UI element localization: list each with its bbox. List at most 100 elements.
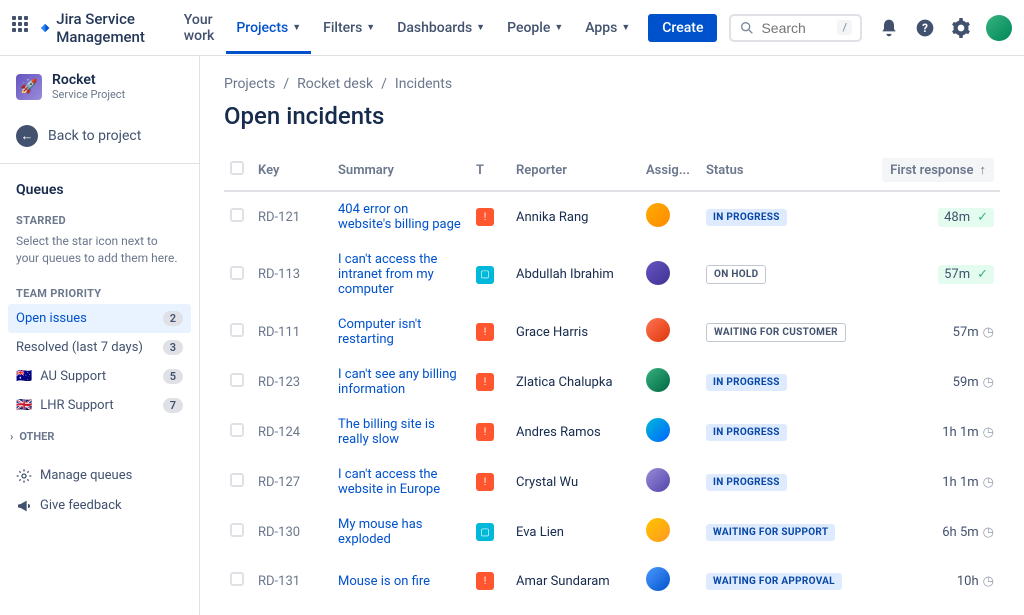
search-input[interactable] [761,20,831,36]
issue-type-icon: ! [476,208,494,226]
nav-dashboards[interactable]: Dashboards▼ [387,14,495,42]
col-first-response[interactable]: First response↑ [870,150,1000,191]
create-button[interactable]: Create [648,14,717,42]
check-icon: ✓ [977,267,988,282]
chevron-down-icon: ▼ [366,22,375,33]
project-name: Rocket [52,72,125,88]
give-feedback-link[interactable]: Give feedback [8,491,191,521]
breadcrumb-item[interactable]: Incidents [395,76,452,92]
issue-summary-link[interactable]: 404 error on website's billing page [338,202,461,232]
chevron-down-icon: ▼ [621,22,630,33]
chevron-down-icon: ▼ [476,22,485,33]
col-type[interactable]: T [470,150,510,191]
sidebar: 🚀 Rocket Service Project ← Back to proje… [0,56,200,615]
reporter-name: Abdullah Ibrahim [510,242,640,307]
back-to-project-link[interactable]: ← Back to project [8,117,191,155]
row-checkbox[interactable] [230,473,244,487]
assignee-avatar[interactable] [646,261,670,285]
help-icon[interactable]: ? [914,17,936,39]
project-header[interactable]: 🚀 Rocket Service Project [8,72,191,117]
first-response-value: 57m✓ [870,242,1000,307]
issue-type-icon: ! [476,473,494,491]
col-reporter[interactable]: Reporter [510,150,640,191]
queue-count: 2 [163,311,183,326]
row-checkbox[interactable] [230,423,244,437]
issue-summary-link[interactable]: I can't see any billing information [338,367,457,397]
queue-count: 3 [163,340,183,355]
col-status[interactable]: Status [700,150,870,191]
issue-summary-link[interactable]: Computer isn't restarting [338,317,421,347]
assignee-avatar[interactable] [646,567,670,591]
row-checkbox[interactable] [230,373,244,387]
issue-summary-link[interactable]: I can't access the website in Europe [338,467,440,497]
row-checkbox[interactable] [230,266,244,280]
issue-type-icon: ▢ [476,523,494,541]
nav-apps[interactable]: Apps▼ [575,14,640,42]
issue-summary-link[interactable]: My mouse has exploded [338,517,422,547]
megaphone-icon [16,498,32,514]
manage-queues-link[interactable]: Manage queues [8,461,191,491]
breadcrumb-item[interactable]: Rocket desk [297,76,373,92]
issue-key[interactable]: RD-123 [252,357,332,407]
search-box[interactable]: / [729,14,862,42]
assignee-avatar[interactable] [646,418,670,442]
nav-projects[interactable]: Projects▼ [226,2,311,54]
issue-key[interactable]: RD-133 [252,605,332,615]
assignee-avatar[interactable] [646,468,670,492]
issue-key[interactable]: RD-121 [252,191,332,242]
main-content: Projects/Rocket desk/Incidents Open inci… [200,56,1024,615]
issue-summary-link[interactable]: Mouse is on fire [338,574,430,589]
settings-icon[interactable] [950,17,972,39]
status-badge: IN PROGRESS [706,424,787,441]
issue-summary-link[interactable]: I can't access the intranet from my comp… [338,252,437,297]
first-response-value: 57m◷ [870,307,1000,357]
breadcrumb-item[interactable]: Projects [224,76,275,92]
first-response-value: 48m✓ [870,191,1000,242]
issue-key[interactable]: RD-131 [252,557,332,605]
select-all-checkbox[interactable] [230,161,244,175]
col-summary[interactable]: Summary [332,150,470,191]
col-assignee[interactable]: Assig... [640,150,700,191]
clock-icon: ◷ [983,574,994,589]
status-badge: WAITING FOR APPROVAL [706,573,842,590]
issue-key[interactable]: RD-127 [252,457,332,507]
other-toggle[interactable]: › OTHER [8,420,191,443]
issue-key[interactable]: RD-113 [252,242,332,307]
queue-label: LHR Support [40,398,113,413]
first-response-value: 1h 1m◷ [870,457,1000,507]
queue-lhr-support[interactable]: 🇬🇧LHR Support7 [8,391,191,420]
issue-type-icon: ! [476,423,494,441]
queue-au-support[interactable]: 🇦🇺AU Support5 [8,362,191,391]
manage-queues-label: Manage queues [40,468,132,483]
queue-resolved-last-7-days-[interactable]: Resolved (last 7 days)3 [8,333,191,362]
nav-people[interactable]: People▼ [497,14,573,42]
issue-key[interactable]: RD-130 [252,507,332,557]
status-badge: WAITING FOR CUSTOMER [706,323,846,342]
col-key[interactable]: Key [252,150,332,191]
reporter-name: Grace Harris [510,307,640,357]
assignee-avatar[interactable] [646,203,670,227]
queue-label: AU Support [40,369,106,384]
nav-your-work[interactable]: Your work [174,6,225,50]
table-row: RD-124The billing site is really slow!An… [224,407,1000,457]
profile-avatar[interactable] [986,15,1012,41]
issue-key[interactable]: RD-124 [252,407,332,457]
reporter-name: Crystal Wu [510,457,640,507]
table-row: RD-123I can't see any billing informatio… [224,357,1000,407]
assignee-avatar[interactable] [646,368,670,392]
nav-filters[interactable]: Filters▼ [313,14,385,42]
row-checkbox[interactable] [230,208,244,222]
issue-key[interactable]: RD-111 [252,307,332,357]
assignee-avatar[interactable] [646,518,670,542]
app-switcher-icon[interactable] [12,16,28,40]
notifications-icon[interactable] [878,17,900,39]
issue-summary-link[interactable]: The billing site is really slow [338,417,435,447]
assignee-avatar[interactable] [646,318,670,342]
queue-open-issues[interactable]: Open issues2 [8,304,191,333]
flag-icon: 🇦🇺 [16,369,32,384]
row-checkbox[interactable] [230,323,244,337]
row-checkbox[interactable] [230,572,244,586]
back-arrow-icon: ← [16,125,38,147]
row-checkbox[interactable] [230,523,244,537]
product-logo[interactable]: Jira Service Management [40,10,154,46]
